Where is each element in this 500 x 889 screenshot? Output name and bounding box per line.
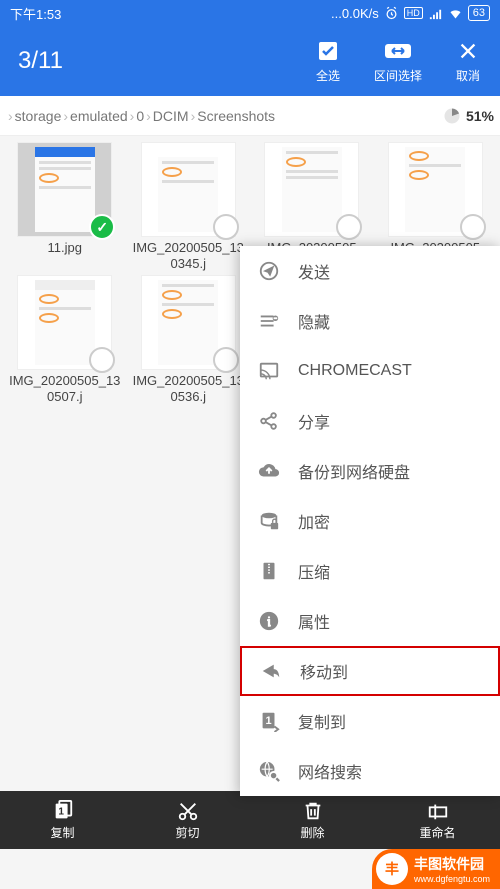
move-icon	[260, 660, 282, 682]
range-icon	[384, 41, 412, 61]
chevron-right-icon: ›	[130, 108, 135, 124]
cut-label: 剪切	[175, 824, 199, 841]
net-speed: ...0.0K/s	[331, 6, 379, 21]
menu-chromecast[interactable]: CHROMECAST	[240, 346, 500, 396]
wifi-icon	[448, 6, 463, 21]
menu-backup[interactable]: 备份到网络硬盘	[240, 446, 500, 496]
menu-label: CHROMECAST	[298, 362, 412, 380]
chevron-right-icon: ›	[146, 108, 151, 124]
selection-toolbar: 3/11 全选 区间选择 取消	[0, 26, 500, 96]
watermark-brand: 丰图软件园	[414, 854, 490, 874]
crumb-0[interactable]: 0	[136, 108, 144, 124]
menu-compress[interactable]: 压缩	[240, 546, 500, 596]
copy-icon: 1	[52, 800, 74, 822]
rename-icon	[427, 800, 449, 822]
battery-icon: 63	[468, 5, 490, 21]
menu-label: 加密	[298, 509, 330, 533]
signal-icon	[428, 6, 443, 21]
storage-indicator[interactable]: 51%	[442, 106, 494, 126]
menu-label: 分享	[298, 409, 330, 433]
menu-encrypt[interactable]: 加密	[240, 496, 500, 546]
watermark-logo: 丰	[376, 853, 408, 885]
menu-label: 属性	[298, 609, 330, 633]
menu-label: 网络搜索	[298, 759, 362, 783]
globe-search-icon	[258, 760, 280, 782]
menu-label: 复制到	[298, 709, 346, 733]
encrypt-icon	[258, 510, 280, 532]
menu-label: 备份到网络硬盘	[298, 459, 410, 483]
menu-move-to[interactable]: 移动到	[240, 646, 500, 696]
chevron-right-icon: ›	[63, 108, 68, 124]
range-label: 区间选择	[374, 67, 422, 84]
crumb-dcim[interactable]: DCIM	[153, 108, 189, 124]
cut-button[interactable]: 剪切	[125, 791, 250, 849]
selection-count: 3/11	[18, 47, 314, 75]
range-select-button[interactable]: 区间选择	[374, 39, 422, 84]
file-name: IMG_20200505_130507.j	[7, 373, 122, 406]
file-item[interactable]: IMG_20200505_130345.j	[128, 142, 250, 273]
menu-web-search[interactable]: 网络搜索	[240, 746, 500, 796]
crumb-screenshots[interactable]: Screenshots	[197, 108, 275, 124]
alarm-icon	[384, 6, 399, 21]
cloud-upload-icon	[258, 460, 280, 482]
menu-label: 移动到	[300, 659, 348, 683]
svg-text:1: 1	[58, 806, 64, 817]
chromecast-icon	[258, 360, 280, 382]
bottom-toolbar: 1 复制 剪切 删除 重命名	[0, 791, 500, 849]
send-icon	[258, 260, 280, 282]
status-right: ...0.0K/s HD 63	[331, 5, 490, 21]
menu-share[interactable]: 分享	[240, 396, 500, 446]
menu-properties[interactable]: 属性	[240, 596, 500, 646]
rename-label: 重命名	[419, 824, 455, 841]
copy-button[interactable]: 1 复制	[0, 791, 125, 849]
delete-button[interactable]: 删除	[250, 791, 375, 849]
file-item[interactable]: 11.jpg	[4, 142, 126, 273]
pie-icon	[442, 106, 462, 126]
menu-label: 发送	[298, 259, 330, 283]
file-item[interactable]: IMG_20200505_130536.j	[128, 275, 250, 406]
rename-button[interactable]: 重命名	[375, 791, 500, 849]
delete-label: 删除	[300, 824, 324, 841]
scissors-icon	[177, 800, 199, 822]
share-icon	[258, 410, 280, 432]
menu-hide[interactable]: 隐藏	[240, 296, 500, 346]
select-all-label: 全选	[316, 67, 340, 84]
hide-icon	[258, 310, 280, 332]
status-time: 下午1:53	[10, 4, 61, 23]
copy-label: 复制	[50, 824, 74, 841]
chevron-right-icon: ›	[191, 108, 196, 124]
status-bar: 下午1:53 ...0.0K/s HD 63	[0, 0, 500, 26]
info-icon	[258, 610, 280, 632]
cancel-label: 取消	[456, 67, 480, 84]
trash-icon	[302, 800, 324, 822]
cancel-button[interactable]: 取消	[454, 39, 482, 84]
svg-text:1: 1	[265, 715, 271, 727]
compress-icon	[258, 560, 280, 582]
storage-percent: 51%	[466, 108, 494, 124]
hd-icon: HD	[404, 7, 423, 19]
checkbox-icon	[316, 39, 340, 63]
copy-to-icon: 1	[258, 710, 280, 732]
breadcrumb[interactable]: › storage › emulated › 0 › DCIM › Screen…	[0, 96, 500, 136]
menu-label: 隐藏	[298, 309, 330, 333]
menu-label: 压缩	[298, 559, 330, 583]
crumb-storage[interactable]: storage	[15, 108, 62, 124]
file-name: IMG_20200505_130536.j	[131, 373, 246, 406]
file-item[interactable]: IMG_20200505_130507.j	[4, 275, 126, 406]
file-name: IMG_20200505_130345.j	[131, 240, 246, 273]
menu-copy-to[interactable]: 1 复制到	[240, 696, 500, 746]
select-all-button[interactable]: 全选	[314, 39, 342, 84]
watermark-url: www.dgfengtu.com	[414, 874, 490, 884]
menu-send[interactable]: 发送	[240, 246, 500, 296]
context-menu: 发送 隐藏 CHROMECAST 分享 备份到网络硬盘 加密 压缩 属性 移动到…	[240, 246, 500, 796]
close-icon	[457, 40, 479, 62]
watermark: 丰 丰图软件园 www.dgfengtu.com	[372, 849, 500, 889]
crumb-emulated[interactable]: emulated	[70, 108, 128, 124]
file-name: 11.jpg	[48, 240, 82, 272]
chevron-right-icon: ›	[8, 108, 13, 124]
